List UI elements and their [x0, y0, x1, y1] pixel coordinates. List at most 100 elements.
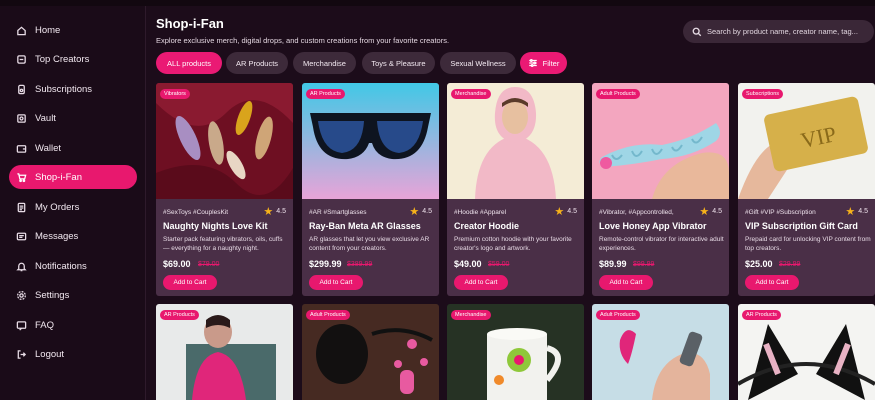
product-card[interactable]: Vibrators #SexToys #CouplesKit ★ 4.5 Naug…: [156, 83, 293, 296]
chip-merchandise[interactable]: Merchandise: [293, 52, 356, 74]
sidebar-item-messages[interactable]: Messages: [9, 224, 137, 248]
product-card[interactable]: VIP Subscriptions #Gift #VIP #Subscripti…: [738, 83, 875, 296]
product-price: $69.00: [163, 259, 191, 269]
chip-sexual-wellness[interactable]: Sexual Wellness: [440, 52, 516, 74]
category-badge: Adult Products: [596, 310, 640, 320]
product-card[interactable]: Merchandise #Hoodie #Apparel ★ 4.5 Creato…: [447, 83, 584, 296]
filter-button[interactable]: Filter: [520, 52, 567, 74]
product-card[interactable]: AR Products: [738, 304, 875, 400]
product-name: VIP Subscription Gift Card: [745, 221, 858, 231]
star-icon: ★: [554, 206, 565, 218]
category-badge: Vibrators: [160, 89, 190, 99]
product-tags: #SexToys #CouplesKit: [163, 209, 229, 216]
product-name: Love Honey App Vibrator: [599, 221, 707, 231]
sidebar-item-shop-i-fan[interactable]: Shop-i-Fan: [9, 165, 137, 189]
vault-icon: [15, 112, 27, 124]
category-badge: AR Products: [306, 89, 345, 99]
original-price: $389.99: [347, 261, 373, 268]
category-badge: AR Products: [742, 310, 781, 320]
product-price: $49.00: [454, 259, 482, 269]
sidebar-item-subscriptions[interactable]: Subscriptions: [9, 77, 137, 101]
product-description: AR glasses that let you view exclusive A…: [309, 236, 430, 252]
sidebar-item-wallet[interactable]: Wallet: [9, 136, 137, 160]
logout-icon: [15, 348, 27, 360]
product-price: $89.99: [599, 259, 627, 269]
category-badge: Merchandise: [451, 310, 491, 320]
sidebar-item-my-orders[interactable]: My Orders: [9, 195, 137, 219]
product-card[interactable]: Adult Products: [302, 304, 439, 400]
sidebar-item-label: Logout: [35, 348, 65, 360]
sidebar-item-faq[interactable]: FAQ: [9, 313, 137, 337]
product-image: VIP: [738, 83, 875, 199]
product-image: [156, 83, 293, 199]
category-badge: Adult Products: [306, 310, 350, 320]
product-name: Ray-Ban Meta AR Glasses: [309, 221, 421, 231]
search-input[interactable]: [707, 27, 874, 36]
sidebar-item-label: Settings: [35, 289, 70, 301]
product-description: Remote-control vibrator for interactive …: [599, 236, 724, 252]
original-price: $29.99: [779, 261, 801, 268]
star-icon: ★: [263, 206, 274, 218]
sidebar-item-label: Messages: [35, 230, 79, 242]
chip-all-products[interactable]: ALL products: [156, 52, 222, 74]
category-badge: Adult Products: [596, 89, 640, 99]
product-description: Prepaid card for unlocking VIP content f…: [745, 236, 871, 252]
product-price: $25.00: [745, 259, 773, 269]
bell-icon: [15, 260, 27, 272]
search-bar[interactable]: [683, 20, 874, 43]
product-name: Naughty Nights Love Kit: [163, 221, 268, 231]
page-title: Shop-i-Fan: [156, 16, 224, 31]
search-icon: [692, 27, 702, 36]
product-card[interactable]: AR Products: [156, 304, 293, 400]
product-rating: ★ 4.5: [554, 206, 577, 218]
chip-ar-products[interactable]: AR Products: [226, 52, 288, 74]
sidebar-item-label: FAQ: [35, 319, 55, 331]
sidebar-item-home[interactable]: Home: [9, 18, 137, 42]
chip-toys-pleasure[interactable]: Toys & Pleasure: [362, 52, 435, 74]
product-rating: ★ 4.5: [263, 206, 286, 218]
sidebar-item-label: Top Creators: [35, 53, 90, 65]
shop-icon: [15, 171, 27, 183]
product-rating: ★ 4.5: [409, 206, 432, 218]
product-card[interactable]: Adult Products: [592, 304, 729, 400]
add-to-cart-button[interactable]: Add to Cart: [454, 275, 508, 290]
original-price: $79.00: [198, 261, 220, 268]
sidebar-item-label: Shop-i-Fan: [35, 171, 82, 183]
sidebar: Home Top Creators Subscriptions Vault Wa…: [0, 6, 146, 400]
product-card[interactable]: Merchandise: [447, 304, 584, 400]
sidebar-item-label: Subscriptions: [35, 83, 93, 95]
product-tags: #Gift #VIP #Subscription: [745, 209, 816, 216]
wallet-icon: [15, 142, 27, 154]
product-rating: ★ 4.5: [845, 206, 868, 218]
sidebar-item-label: Home: [35, 24, 61, 36]
star-icon: ★: [699, 206, 710, 218]
product-rating: ★ 4.5: [699, 206, 722, 218]
sidebar-item-top-creators[interactable]: Top Creators: [9, 47, 137, 71]
faq-icon: [15, 319, 27, 331]
sidebar-item-vault[interactable]: Vault: [9, 106, 137, 130]
original-price: $59.00: [488, 261, 510, 268]
original-price: $99.99: [633, 261, 655, 268]
product-card[interactable]: AR Products #AR #Smartglasses ★ 4.5 Ray-B…: [302, 83, 439, 296]
product-tags: #Hoodie #Apparel: [454, 209, 507, 216]
category-badge: Subscriptions: [742, 89, 784, 99]
add-to-cart-button[interactable]: Add to Cart: [745, 275, 799, 290]
sidebar-item-label: Wallet: [35, 142, 62, 154]
sidebar-item-settings[interactable]: Settings: [9, 283, 137, 307]
sidebar-item-logout[interactable]: Logout: [9, 342, 137, 366]
star-icon: ★: [409, 206, 420, 218]
filter-icon: [528, 59, 537, 67]
subscriptions-icon: [15, 83, 27, 95]
product-price: $299.99: [309, 259, 342, 269]
add-to-cart-button[interactable]: Add to Cart: [599, 275, 653, 290]
product-description: Starter pack featuring vibrators, oils, …: [163, 236, 283, 252]
add-to-cart-button[interactable]: Add to Cart: [309, 275, 363, 290]
product-card[interactable]: Adult Products #Vibrator, #Appcontrolled…: [592, 83, 729, 296]
category-badge: AR Products: [160, 310, 199, 320]
page-subtitle: Explore exclusive merch, digital drops, …: [156, 36, 450, 45]
messages-icon: [15, 230, 27, 242]
sidebar-item-notifications[interactable]: Notifications: [9, 254, 137, 278]
add-to-cart-button[interactable]: Add to Cart: [163, 275, 217, 290]
product-tags: #AR #Smartglasses: [309, 209, 367, 216]
home-icon: [15, 24, 27, 36]
